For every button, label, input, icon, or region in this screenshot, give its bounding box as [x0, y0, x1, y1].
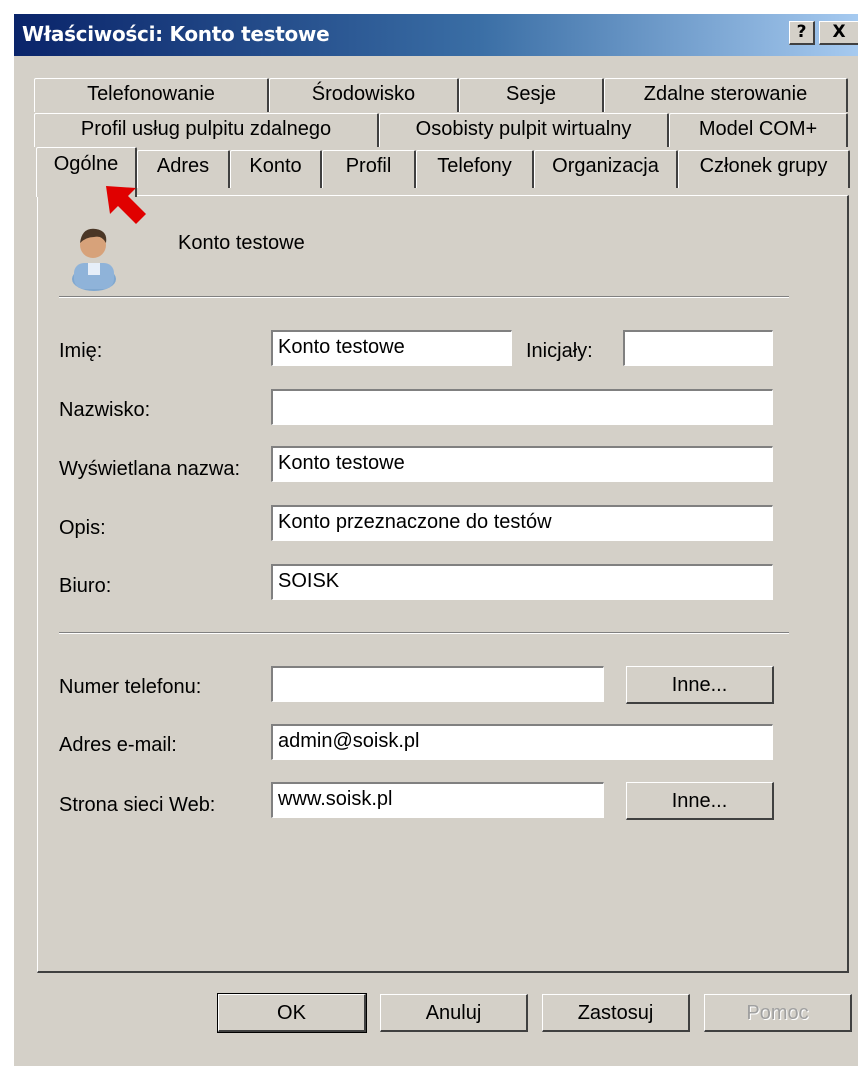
initials-field[interactable] [623, 330, 773, 366]
phone-field[interactable] [271, 666, 604, 702]
phone-other-label: Inne... [671, 674, 728, 696]
tab-zdalne-sterowanie[interactable]: Zdalne sterowanie [604, 78, 848, 112]
close-icon: X [832, 22, 846, 42]
phone-other-button[interactable]: Inne... [626, 666, 774, 704]
tab-telefony[interactable]: Telefony [416, 150, 534, 188]
email-label: Adres e-mail: [59, 734, 177, 756]
tab-profil[interactable]: Profil [322, 150, 416, 188]
tab-profil-uslug-pulpitu[interactable]: Profil usług pulpitu zdalnego [34, 113, 379, 147]
display-name-label: Wyświetlana nazwa: [59, 458, 241, 480]
first-name-field[interactable]: Konto testowe [271, 330, 512, 366]
tab-model-com[interactable]: Model COM+ [669, 113, 848, 147]
separator-top [59, 296, 789, 298]
tab-czlonek-grupy[interactable]: Członek grupy [678, 150, 850, 188]
help-label: Pomoc [746, 1002, 809, 1024]
office-field[interactable]: SOISK [271, 564, 773, 600]
email-field[interactable]: admin@soisk.pl [271, 724, 773, 760]
tab-adres[interactable]: Adres [137, 150, 230, 188]
title-bar[interactable]: Właściwości: Konto testowe ? X [14, 14, 858, 56]
question-mark-icon: ? [796, 22, 807, 42]
red-arrow-icon [106, 186, 146, 224]
cancel-button[interactable]: Anuluj [380, 994, 528, 1032]
tab-telefonowanie[interactable]: Telefonowanie [34, 78, 269, 112]
apply-label: Zastosuj [577, 1002, 654, 1024]
initials-label: Inicjały: [526, 340, 593, 362]
tab-osobisty-pulpit[interactable]: Osobisty pulpit wirtualny [379, 113, 669, 147]
account-name: Konto testowe [178, 232, 305, 254]
properties-dialog: Właściwości: Konto testowe ? X Telefonow… [14, 14, 858, 1066]
tab-srodowisko[interactable]: Środowisko [269, 78, 459, 112]
office-label: Biuro: [59, 575, 112, 597]
user-icon [72, 228, 116, 291]
last-name-field[interactable] [271, 389, 773, 425]
web-page-field[interactable]: www.soisk.pl [271, 782, 604, 818]
web-page-other-button[interactable]: Inne... [626, 782, 774, 820]
window-title: Właściwości: Konto testowe [22, 22, 330, 46]
help-dialog-button[interactable]: Pomoc [704, 994, 852, 1032]
web-page-label: Strona sieci Web: [59, 794, 216, 816]
web-page-other-label: Inne... [671, 790, 728, 812]
cancel-label: Anuluj [425, 1002, 482, 1024]
description-label: Opis: [59, 517, 106, 539]
separator-middle [59, 632, 789, 634]
tab-konto[interactable]: Konto [230, 150, 322, 188]
help-button[interactable]: ? [789, 21, 815, 45]
first-name-label: Imię: [59, 340, 103, 362]
last-name-label: Nazwisko: [59, 399, 151, 421]
ok-label: OK [277, 1002, 306, 1024]
description-field[interactable]: Konto przeznaczone do testów [271, 505, 773, 541]
close-button[interactable]: X [819, 21, 858, 45]
phone-label: Numer telefonu: [59, 676, 202, 698]
tab-sesje[interactable]: Sesje [459, 78, 604, 112]
tab-organizacja[interactable]: Organizacja [534, 150, 678, 188]
apply-button[interactable]: Zastosuj [542, 994, 690, 1032]
display-name-field[interactable]: Konto testowe [271, 446, 773, 482]
ok-button[interactable]: OK [217, 993, 367, 1033]
